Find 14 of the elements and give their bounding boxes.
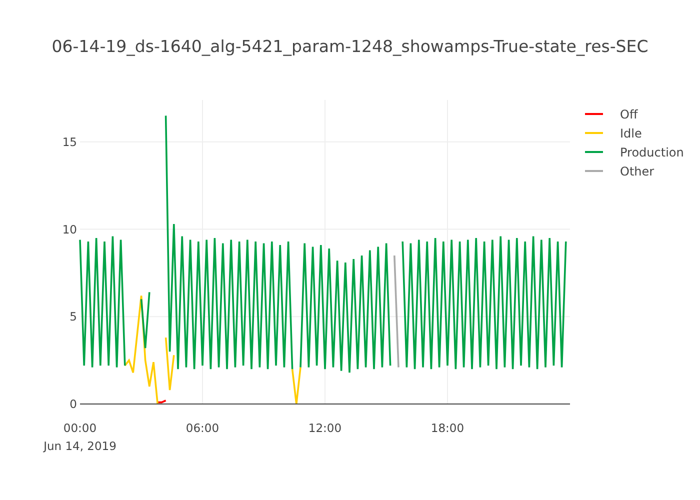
chart-title: 06-14-19_ds-1640_alg-5421_param-1248_showamps-True-state_res-SEC (52, 37, 648, 56)
y-tick-label: 10 (62, 222, 77, 236)
legend-label[interactable]: Off (620, 108, 638, 122)
y-tick-label: 0 (70, 397, 77, 411)
x-tick-label: 00:00 (63, 421, 97, 435)
y-tick-label: 5 (70, 310, 77, 324)
legend-label[interactable]: Idle (620, 126, 642, 140)
x-tick-label: 12:00 (308, 421, 342, 435)
legend-label[interactable]: Other (620, 164, 654, 178)
x-tick-label: 06:00 (186, 421, 220, 435)
date-label: Jun 14, 2019 (44, 439, 116, 453)
legend-label[interactable]: Production (620, 146, 684, 160)
x-tick-label: 18:00 (430, 421, 464, 435)
y-tick-label: 15 (62, 134, 77, 149)
